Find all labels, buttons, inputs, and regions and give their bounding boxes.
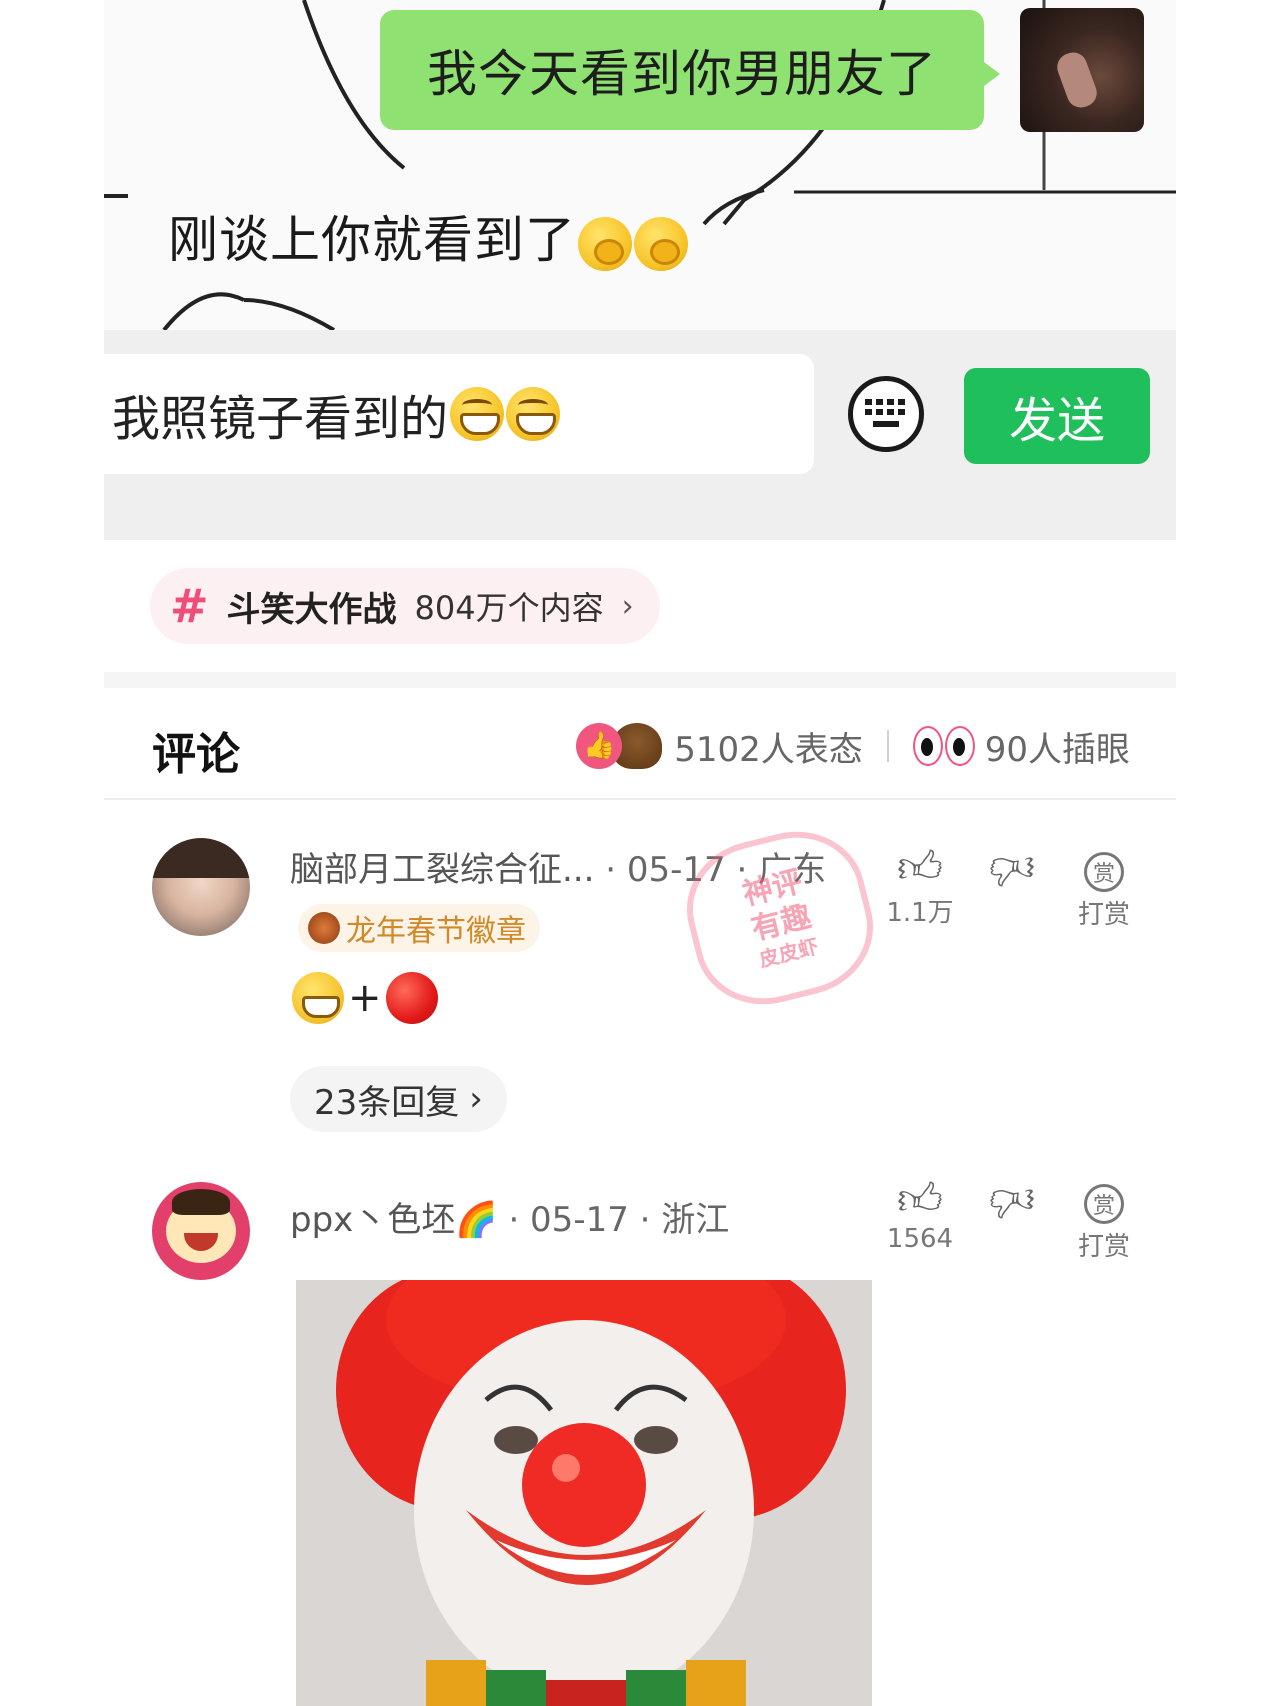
chat-input-field: 我照镜子看到的 bbox=[104, 354, 814, 474]
like-reaction-icon: 👍 bbox=[576, 723, 623, 769]
dragon-badge-icon bbox=[308, 912, 340, 944]
comment-image[interactable] bbox=[296, 1280, 872, 1706]
grin-emoji-icon bbox=[450, 387, 505, 441]
cartoon-face-icon bbox=[166, 1189, 236, 1263]
topic-name: 斗笑大作战 bbox=[226, 589, 397, 630]
thumbs-down-icon: 👍︎ bbox=[989, 1175, 1035, 1226]
like-count: 1.1万 bbox=[886, 898, 954, 928]
reward-button[interactable]: 赏 打赏 bbox=[1064, 1184, 1144, 1263]
like-button[interactable]: 👍︎ 1564 bbox=[880, 1174, 960, 1255]
shy-emoji-icon bbox=[578, 216, 632, 271]
divider bbox=[886, 730, 889, 762]
chat-bubble: 我今天看到你男朋友了 bbox=[380, 10, 1000, 130]
clown-picture bbox=[296, 1280, 872, 1706]
chat-input-bar: 我照镜子看到的 发送 bbox=[104, 330, 1176, 540]
view-replies-button[interactable]: 23条回复 › bbox=[290, 1066, 507, 1132]
send-button: 发送 bbox=[964, 368, 1150, 464]
plus-sign: + bbox=[348, 975, 382, 1021]
topic-tag[interactable]: # 斗笑大作战 804万个内容 › bbox=[150, 568, 660, 644]
reward-icon: 赏 bbox=[1084, 1184, 1124, 1224]
grin-emoji-icon bbox=[292, 972, 344, 1024]
replies-count: 23条回复 bbox=[314, 1082, 460, 1123]
dislike-button[interactable]: 👍︎ bbox=[972, 843, 1052, 894]
reward-label: 打赏 bbox=[1077, 900, 1130, 930]
thumbs-down-icon: 👍︎ bbox=[989, 843, 1035, 894]
topic-count: 804万个内容 bbox=[414, 589, 604, 627]
comment-username[interactable]: ppx丶色坯🌈 bbox=[290, 1200, 498, 1240]
like-button[interactable]: 👍︎ 1.1万 bbox=[880, 846, 960, 929]
like-count: 1564 bbox=[886, 1224, 954, 1254]
avatar[interactable] bbox=[152, 838, 250, 936]
keyboard-keys bbox=[865, 399, 905, 427]
reward-label: 打赏 bbox=[1077, 1232, 1130, 1262]
badge-label: 龙年春节徽章 bbox=[346, 914, 526, 949]
send-button-label: 发送 bbox=[1008, 393, 1105, 449]
reward-button[interactable]: 赏 打赏 bbox=[1064, 852, 1144, 931]
chat-avatar bbox=[1020, 8, 1144, 132]
reactions-count: 5102人表态 bbox=[674, 729, 863, 770]
eyes-icon bbox=[912, 726, 975, 766]
avatar[interactable] bbox=[152, 1182, 250, 1280]
reward-icon: 赏 bbox=[1084, 852, 1124, 892]
shy-emoji-icon bbox=[634, 216, 688, 271]
comment-date: · 05-17 bbox=[508, 1200, 629, 1240]
chevron-right-icon: › bbox=[621, 588, 634, 624]
eyes-count: 90人插眼 bbox=[984, 729, 1130, 770]
chevron-right-icon: › bbox=[469, 1079, 483, 1119]
section-divider bbox=[104, 672, 1176, 688]
hashtag-icon: # bbox=[170, 579, 209, 633]
comments-title: 评论 bbox=[152, 729, 240, 780]
grin-emoji-icon bbox=[506, 387, 561, 441]
meme-image: 我今天看到你男朋友了 刚谈上你就看到了 我照镜子看到的 发送 bbox=[104, 0, 1176, 540]
keyboard-icon bbox=[848, 376, 924, 452]
reactions-summary[interactable]: 👍 5102人表态 90人插眼 bbox=[576, 718, 1130, 774]
festival-badge[interactable]: 龙年春节徽章 bbox=[298, 904, 540, 952]
meme-reply-text: 刚谈上你就看到了 bbox=[168, 211, 576, 269]
chat-input-text: 我照镜子看到的 bbox=[112, 391, 449, 447]
header-divider bbox=[104, 798, 1176, 800]
comment-location: · 浙江 bbox=[639, 1200, 730, 1240]
thumbs-up-icon: 👍︎ bbox=[897, 1174, 943, 1225]
chat-bubble-text: 我今天看到你男朋友了 bbox=[427, 45, 937, 103]
thumbs-up-icon: 👍︎ bbox=[897, 842, 943, 893]
comment-content: + bbox=[292, 972, 438, 1024]
dislike-button[interactable]: 👍︎ bbox=[972, 1175, 1052, 1226]
comment-meta: ppx丶色坯🌈 · 05-17 · 浙江 bbox=[290, 1192, 729, 1241]
comment-username[interactable]: 脑部月工裂综合征... bbox=[290, 850, 594, 890]
red-circle-icon bbox=[385, 972, 438, 1024]
meme-reply-line: 刚谈上你就看到了 bbox=[168, 200, 688, 272]
